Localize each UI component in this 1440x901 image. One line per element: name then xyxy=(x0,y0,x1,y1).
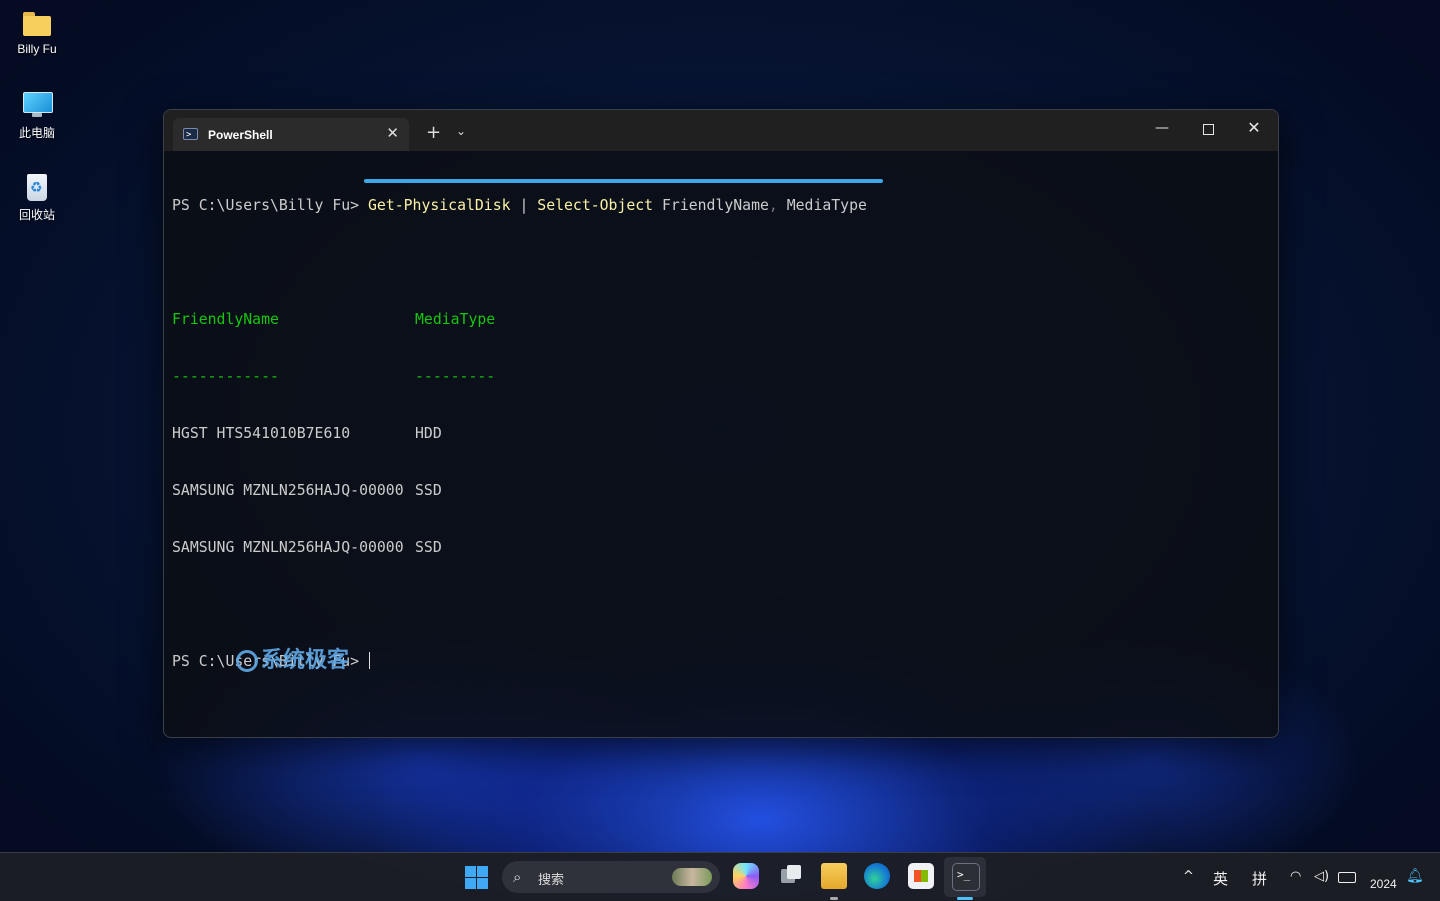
desktop-icon-this-pc[interactable]: 此电脑 xyxy=(6,90,68,141)
search-box[interactable]: ⌕ 搜索 xyxy=(502,861,720,893)
header-friendly-name: FriendlyName xyxy=(172,311,279,328)
store-icon[interactable] xyxy=(908,863,934,889)
prompt: PS C:\Users\Billy Fu> xyxy=(172,197,368,214)
clock[interactable]: 2024 xyxy=(1370,877,1397,891)
edge-icon[interactable] xyxy=(864,863,890,889)
cell-friendly-name: SAMSUNG MZNLN256HAJQ-00000 xyxy=(172,482,404,499)
desktop-icon-label: Billy Fu xyxy=(17,42,57,56)
watermark-logo-icon xyxy=(236,650,258,672)
windows-logo-tile xyxy=(477,878,488,889)
taskbar: ⌕ 搜索 ^ 英 拼 ◠ ◁) 2024 🔔︎ xyxy=(0,852,1440,901)
command-name: Get-PhysicalDisk xyxy=(368,197,511,214)
ime-mode-indicator[interactable]: 拼 xyxy=(1252,868,1267,889)
table-header: FriendlyName MediaType xyxy=(172,310,1268,329)
powershell-icon: > xyxy=(183,128,198,140)
folder-icon xyxy=(21,8,53,38)
copilot-icon[interactable] xyxy=(733,863,759,889)
start-button[interactable] xyxy=(465,866,488,889)
command-line: PS C:\Users\Billy Fu> Get-PhysicalDisk |… xyxy=(172,196,1268,215)
pipe: | xyxy=(510,197,538,214)
windows-logo-tile xyxy=(465,878,476,889)
tab-title: PowerShell xyxy=(208,128,273,142)
recycle-bin-icon xyxy=(21,172,53,202)
search-highlight-image xyxy=(672,868,712,886)
table-rule: ------------ --------- xyxy=(172,367,1268,386)
cell-media-type: HDD xyxy=(415,425,442,442)
watermark-text: 系统极客 xyxy=(261,648,350,673)
command-highlight-underline xyxy=(364,179,883,183)
task-view-icon[interactable] xyxy=(778,863,804,889)
title-bar[interactable]: > PowerShell ✕ + ⌄ — ✕ xyxy=(164,110,1278,151)
command-name: Select-Object xyxy=(537,197,654,214)
battery-icon[interactable] xyxy=(1338,872,1356,883)
rule-media-type: --------- xyxy=(415,368,496,385)
tray-overflow-chevron-icon[interactable]: ^ xyxy=(1183,869,1194,884)
table-row: SAMSUNG MZNLN256HAJQ-00000 SSD xyxy=(172,481,1268,500)
notification-bell-icon[interactable]: 🔔︎ xyxy=(1406,868,1424,884)
text-cursor xyxy=(369,652,370,669)
header-media-type: MediaType xyxy=(415,311,496,328)
ime-language-indicator[interactable]: 英 xyxy=(1213,868,1228,889)
watermark: 系统极客 xyxy=(236,642,349,674)
new-tab-button[interactable]: + xyxy=(426,122,441,143)
desktop-icon-label: 此电脑 xyxy=(18,126,55,140)
tab-powershell[interactable]: > PowerShell ✕ xyxy=(173,118,409,151)
comma: , xyxy=(768,197,778,214)
table-row: SAMSUNG MZNLN256HAJQ-00000 SSD xyxy=(172,538,1268,557)
cell-media-type: SSD xyxy=(415,539,442,556)
search-placeholder: 搜索 xyxy=(538,872,565,887)
tab-close-icon[interactable]: ✕ xyxy=(386,124,399,142)
command-arg: MediaType xyxy=(777,197,867,214)
maximize-icon xyxy=(1202,124,1214,135)
terminal-icon[interactable] xyxy=(952,863,980,891)
search-icon: ⌕ xyxy=(513,868,522,886)
windows-logo-icon xyxy=(465,866,476,877)
minimize-button[interactable]: — xyxy=(1147,120,1177,136)
desktop-icon-recycle-bin[interactable]: 回收站 xyxy=(6,172,68,223)
file-explorer-icon[interactable] xyxy=(821,863,847,889)
table-row: HGST HTS541010B7E610 HDD xyxy=(172,424,1268,443)
wifi-icon[interactable]: ◠ xyxy=(1290,869,1301,884)
volume-icon[interactable]: ◁) xyxy=(1314,869,1329,884)
desktop-icon-label: 回收站 xyxy=(18,208,55,222)
chevron-down-icon[interactable]: ⌄ xyxy=(456,124,466,138)
maximize-button[interactable] xyxy=(1193,120,1223,139)
cell-media-type: SSD xyxy=(415,482,442,499)
close-button[interactable]: ✕ xyxy=(1239,118,1269,137)
this-pc-icon xyxy=(21,90,53,120)
windows-logo-tile xyxy=(477,866,488,877)
command-arg: FriendlyName xyxy=(653,197,769,214)
cell-friendly-name: SAMSUNG MZNLN256HAJQ-00000 xyxy=(172,539,404,556)
rule-friendly-name: ------------ xyxy=(172,368,279,385)
desktop-icon-billy-fu[interactable]: Billy Fu xyxy=(6,8,68,56)
terminal-window: > PowerShell ✕ + ⌄ — ✕ PS C:\Users\Billy… xyxy=(163,109,1279,738)
cell-friendly-name: HGST HTS541010B7E610 xyxy=(172,425,351,442)
